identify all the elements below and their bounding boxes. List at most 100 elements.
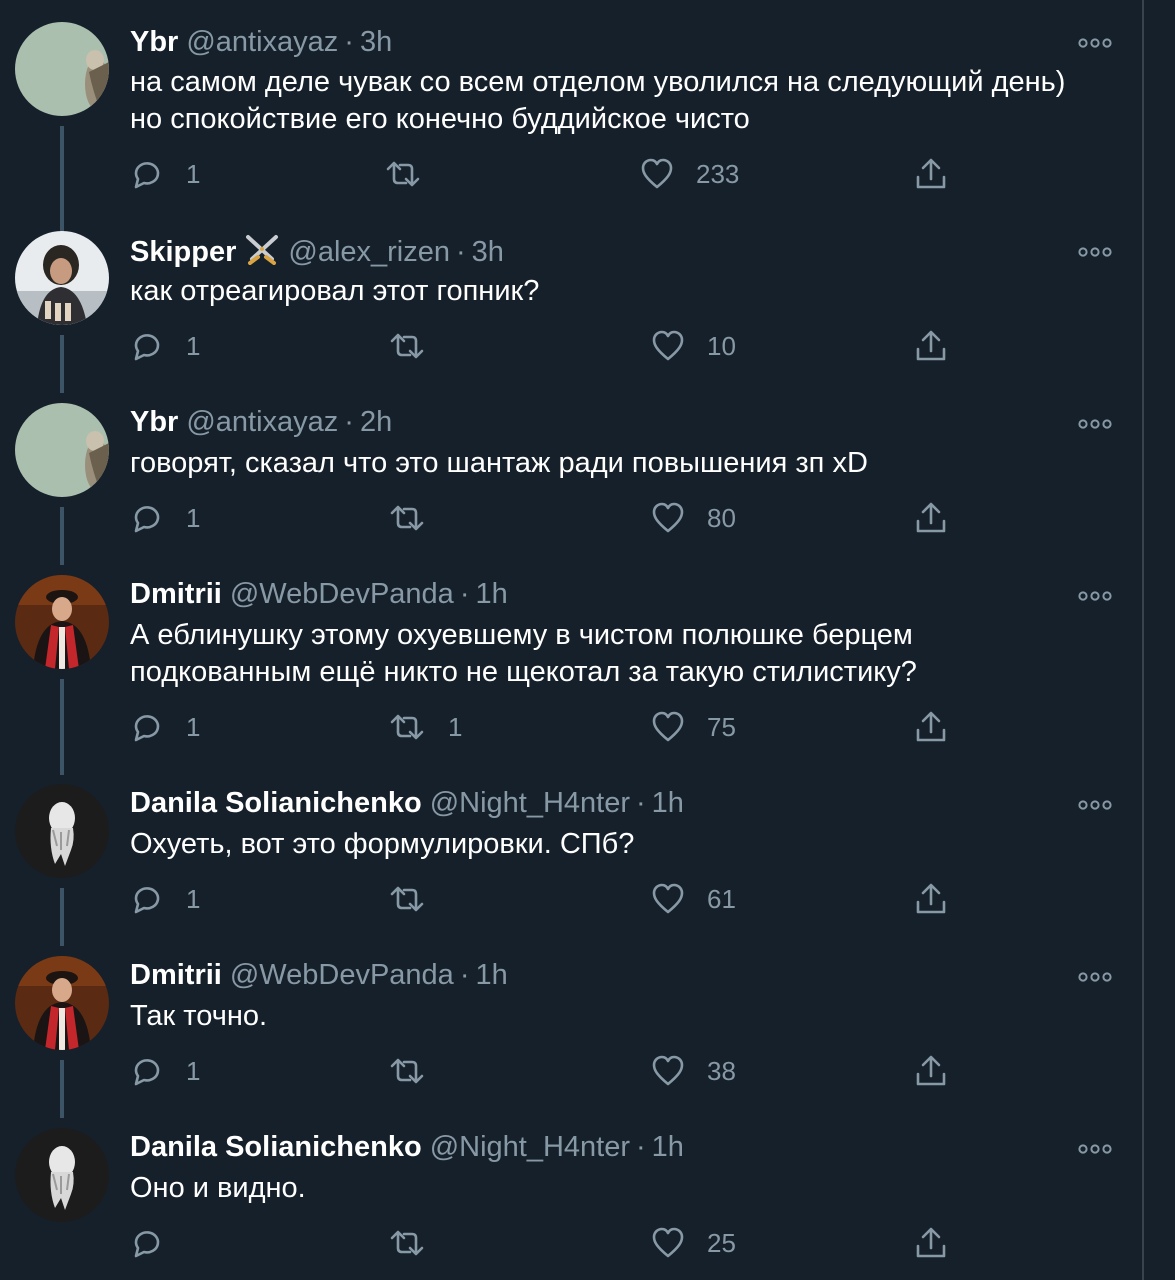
retweet-button[interactable] bbox=[388, 1223, 448, 1263]
reply-icon bbox=[130, 329, 164, 363]
retweet-icon bbox=[388, 1226, 426, 1260]
user-handle[interactable]: @antixayaz bbox=[186, 406, 338, 438]
more-options-icon[interactable] bbox=[1078, 245, 1112, 259]
user-name[interactable]: Ybr bbox=[130, 26, 178, 58]
like-button[interactable]: 25 bbox=[651, 1223, 736, 1263]
reply-button[interactable]: 1 bbox=[130, 707, 200, 747]
tweet-actions: 1 61 bbox=[0, 879, 1140, 919]
like-button[interactable]: 75 bbox=[651, 707, 736, 747]
owl-avatar-icon[interactable] bbox=[15, 403, 109, 497]
tweet-time[interactable]: 3h bbox=[360, 26, 392, 58]
like-button[interactable]: 233 bbox=[640, 154, 739, 194]
retweet-button[interactable] bbox=[388, 326, 448, 366]
tweet-time[interactable]: 1h bbox=[476, 578, 508, 610]
tweet-text: Оно и видно. bbox=[130, 1170, 1120, 1207]
retweet-button[interactable] bbox=[388, 498, 448, 538]
tweet-text-line: на самом деле чувак со всем отделом увол… bbox=[130, 66, 1066, 98]
tweet-time[interactable]: 1h bbox=[652, 787, 684, 819]
retweet-button[interactable] bbox=[388, 1051, 448, 1091]
graduation-robe-avatar-icon[interactable] bbox=[15, 956, 109, 1050]
share-icon bbox=[914, 329, 948, 363]
reply-count: 1 bbox=[186, 711, 201, 742]
reply-button[interactable]: 1 bbox=[130, 498, 200, 538]
owl-avatar-icon[interactable] bbox=[15, 22, 109, 116]
reply-button[interactable]: 1 bbox=[130, 154, 200, 194]
more-options-icon[interactable] bbox=[1078, 798, 1112, 812]
tweet-time[interactable]: 2h bbox=[360, 406, 392, 438]
reply-count: 1 bbox=[186, 330, 201, 361]
tweet-header: Danila Solianichenko @Night_H4nter · 1h bbox=[130, 1130, 684, 1164]
retweet-icon bbox=[384, 157, 422, 191]
like-button[interactable]: 80 bbox=[651, 498, 736, 538]
reply-button[interactable]: 1 bbox=[130, 326, 200, 366]
user-handle[interactable]: @antixayaz bbox=[186, 26, 338, 58]
separator-dot: · bbox=[636, 787, 646, 819]
more-options-icon[interactable] bbox=[1078, 36, 1112, 50]
user-name[interactable]: Skipper bbox=[130, 236, 236, 268]
more-options-icon[interactable] bbox=[1078, 589, 1112, 603]
more-options-icon[interactable] bbox=[1078, 417, 1112, 431]
like-count: 80 bbox=[707, 502, 736, 533]
tweet-text-line: Охуеть, вот это формулировки. СПб? bbox=[130, 828, 635, 860]
white-figure-avatar-icon[interactable] bbox=[15, 1128, 109, 1222]
user-handle[interactable]: @alex_rizen bbox=[288, 236, 450, 268]
like-button[interactable]: 61 bbox=[651, 879, 736, 919]
like-button[interactable]: 38 bbox=[651, 1051, 736, 1091]
white-figure-avatar-icon[interactable] bbox=[15, 784, 109, 878]
tweet-text-line: но спокойствие его конечно буддийское чи… bbox=[130, 103, 750, 135]
heart-icon bbox=[651, 883, 685, 915]
user-handle[interactable]: @Night_H4nter bbox=[430, 787, 630, 819]
user-name[interactable]: Dmitrii bbox=[130, 578, 222, 610]
reply-count: 1 bbox=[186, 502, 201, 533]
retweet-button[interactable] bbox=[388, 879, 448, 919]
user-handle[interactable]: @WebDevPanda bbox=[230, 578, 454, 610]
retweet-icon bbox=[388, 882, 426, 916]
reply-button[interactable]: 1 bbox=[130, 1051, 200, 1091]
reply-button[interactable]: 1 bbox=[130, 879, 200, 919]
timeline-right-border bbox=[1142, 0, 1144, 1280]
tweet-actions: 25 bbox=[0, 1223, 1140, 1263]
share-button[interactable] bbox=[914, 1223, 948, 1263]
tweet-time[interactable]: 1h bbox=[652, 1131, 684, 1163]
retweet-button[interactable]: 1 bbox=[388, 707, 462, 747]
graduation-robe-avatar-icon[interactable] bbox=[15, 575, 109, 669]
tweet-actions: 1 1 75 bbox=[0, 707, 1140, 747]
tweet-actions: 1 80 bbox=[0, 498, 1140, 538]
person-photo-avatar-icon[interactable] bbox=[15, 231, 109, 325]
reply-icon bbox=[130, 882, 164, 916]
tweet-header: Dmitrii @WebDevPanda · 1h bbox=[130, 577, 508, 611]
tweet-text: Так точно. bbox=[130, 998, 1120, 1035]
user-name[interactable]: Danila Solianichenko bbox=[130, 787, 422, 819]
share-button[interactable] bbox=[914, 1051, 948, 1091]
user-name[interactable]: Ybr bbox=[130, 406, 178, 438]
share-button[interactable] bbox=[914, 707, 948, 747]
share-button[interactable] bbox=[914, 326, 948, 366]
share-button[interactable] bbox=[914, 154, 948, 194]
share-icon bbox=[914, 157, 948, 191]
user-name[interactable]: Danila Solianichenko bbox=[130, 1131, 422, 1163]
tweet-text-line: Оно и видно. bbox=[130, 1172, 306, 1204]
user-handle[interactable]: @WebDevPanda bbox=[230, 959, 454, 991]
retweet-button[interactable] bbox=[384, 154, 444, 194]
reply-icon bbox=[130, 157, 164, 191]
tweet-time[interactable]: 3h bbox=[472, 236, 504, 268]
user-name[interactable]: Dmitrii bbox=[130, 959, 222, 991]
tweet-header: Ybr @antixayaz · 3h bbox=[130, 25, 392, 59]
share-button[interactable] bbox=[914, 498, 948, 538]
like-button[interactable]: 10 bbox=[651, 326, 736, 366]
tweet-header: Ybr @antixayaz · 2h bbox=[130, 405, 392, 439]
tweet-time[interactable]: 1h bbox=[476, 959, 508, 991]
reply-button[interactable] bbox=[130, 1223, 186, 1263]
heart-icon bbox=[651, 1055, 685, 1087]
retweet-icon bbox=[388, 1054, 426, 1088]
more-options-icon[interactable] bbox=[1078, 970, 1112, 984]
more-options-icon[interactable] bbox=[1078, 1142, 1112, 1156]
separator-dot: · bbox=[636, 1131, 646, 1163]
separator-dot: · bbox=[456, 236, 466, 268]
reply-count: 1 bbox=[186, 1055, 201, 1086]
like-count: 25 bbox=[707, 1227, 736, 1258]
share-button[interactable] bbox=[914, 879, 948, 919]
user-handle[interactable]: @Night_H4nter bbox=[430, 1131, 630, 1163]
heart-icon bbox=[640, 158, 674, 190]
separator-dot: · bbox=[344, 26, 354, 58]
